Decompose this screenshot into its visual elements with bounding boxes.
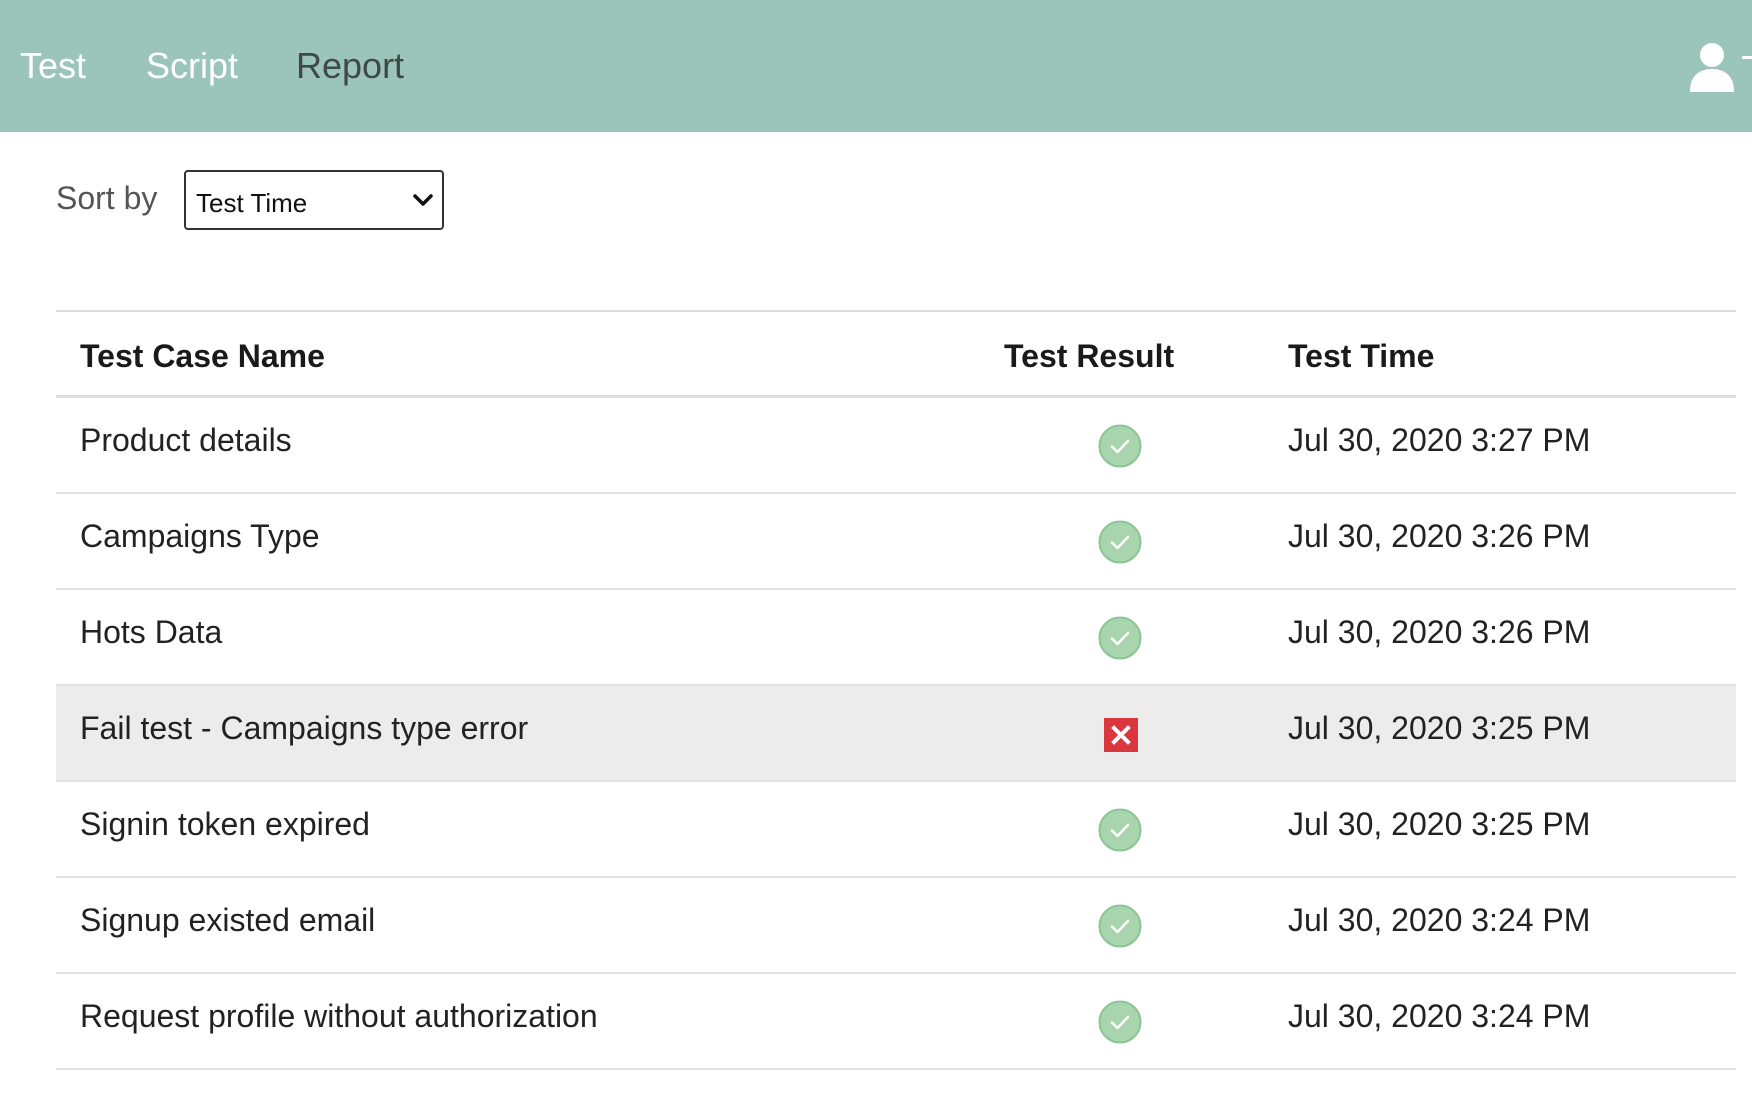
test-result-cell [1098,1000,1142,1044]
test-case-name: Signup existed email [80,902,376,938]
pass-check-icon [1098,424,1142,468]
table-row[interactable]: Signup existed email Jul 30, 2020 3:24 P… [56,878,1736,974]
table-row[interactable]: Signin token expired Jul 30, 2020 3:25 P… [56,782,1736,878]
test-case-name: Signin token expired [80,806,370,842]
test-time: Jul 30, 2020 3:26 PM [1288,614,1591,650]
top-nav-bar: Test Script Report [0,0,1752,132]
nav-test[interactable]: Test [20,44,86,88]
table-row[interactable]: Hots Data Jul 30, 2020 3:26 PM [56,590,1736,686]
test-time: Jul 30, 2020 3:24 PM [1288,998,1591,1034]
user-icon[interactable] [1688,42,1736,92]
test-case-name: Product details [80,422,292,458]
test-time: Jul 30, 2020 3:25 PM [1288,710,1591,746]
test-result-cell [1098,424,1142,468]
pass-check-icon [1098,904,1142,948]
table-row[interactable]: Campaigns Type Jul 30, 2020 3:26 PM [56,494,1736,590]
test-case-name: Fail test - Campaigns type error [80,710,529,746]
sort-by-label: Sort by [56,180,158,216]
nav-report[interactable]: Report [296,44,404,88]
table-row[interactable]: Fail test - Campaigns type error Jul 30,… [56,686,1736,782]
pass-check-icon [1098,616,1142,660]
test-time: Jul 30, 2020 3:25 PM [1288,806,1591,842]
test-result-cell [1098,904,1142,948]
sort-select-value: Test Time [196,188,308,218]
test-case-name: Request profile without authorization [80,998,598,1034]
user-menu-caret[interactable] [1742,56,1752,59]
test-result-cell [1098,712,1142,756]
table-body: Product details Jul 30, 2020 3:27 PM Camp… [56,398,1736,1070]
test-time: Jul 30, 2020 3:27 PM [1288,422,1591,458]
fail-x-icon [1104,718,1138,752]
table-row[interactable]: Product details Jul 30, 2020 3:27 PM [56,398,1736,494]
table-row[interactable]: Request profile without authorization Ju… [56,974,1736,1070]
test-result-cell [1098,808,1142,852]
table-header-row: Test Case Name Test Result Test Time [56,312,1736,398]
test-result-cell [1098,616,1142,660]
test-case-name: Hots Data [80,614,223,650]
sort-select[interactable]: Test Time [184,170,444,230]
test-case-name: Campaigns Type [80,518,320,554]
chevron-down-icon [413,194,433,206]
pass-check-icon [1098,520,1142,564]
pass-check-icon [1098,1000,1142,1044]
pass-check-icon [1098,808,1142,852]
column-header-name[interactable]: Test Case Name [80,336,325,376]
nav-script[interactable]: Script [146,44,238,88]
column-header-time[interactable]: Test Time [1288,336,1434,376]
test-result-cell [1098,520,1142,564]
column-header-result[interactable]: Test Result [1004,336,1174,376]
test-time: Jul 30, 2020 3:24 PM [1288,902,1591,938]
test-time: Jul 30, 2020 3:26 PM [1288,518,1591,554]
